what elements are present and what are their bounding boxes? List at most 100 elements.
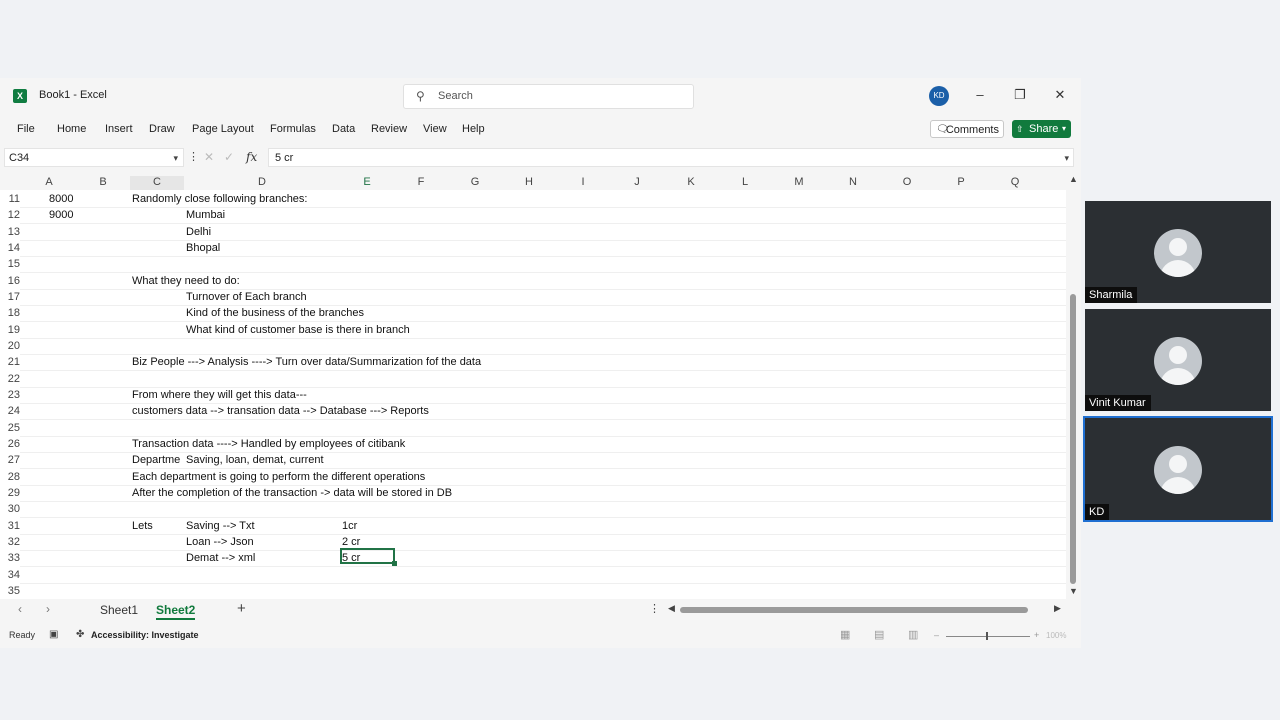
column-header-a[interactable]: A — [22, 176, 76, 190]
row-header[interactable]: 26 — [0, 438, 20, 450]
row-header[interactable]: 17 — [0, 291, 20, 303]
cell-d17[interactable]: Turnover of Each branch — [186, 291, 307, 303]
column-header-i[interactable]: I — [556, 176, 610, 190]
row-header[interactable]: 22 — [0, 373, 20, 385]
column-header-l[interactable]: L — [718, 176, 772, 190]
add-sheet-icon[interactable]: + — [237, 600, 246, 617]
column-header-p[interactable]: P — [934, 176, 988, 190]
cell-e31[interactable]: 1cr — [342, 520, 357, 532]
zoom-out-icon[interactable]: – — [934, 630, 939, 640]
vertical-scroll-thumb[interactable] — [1070, 294, 1076, 584]
menu-home[interactable]: Home — [57, 123, 86, 135]
cell-d31[interactable]: Saving --> Txt — [186, 520, 255, 532]
name-box[interactable]: C34 ▾ — [4, 148, 184, 167]
vertical-scrollbar[interactable]: ▲ ▼ — [1066, 174, 1081, 598]
cell-d19[interactable]: What kind of customer base is there in b… — [186, 324, 410, 336]
close-icon[interactable]: ✕ — [1050, 87, 1070, 103]
column-header-n[interactable]: N — [826, 176, 880, 190]
more-icon[interactable]: ⋮ — [188, 150, 199, 163]
column-header-d[interactable]: D — [184, 176, 340, 190]
user-avatar[interactable]: KD — [929, 86, 949, 106]
scroll-up-icon[interactable]: ▲ — [1069, 174, 1078, 184]
cell-c29[interactable]: After the completion of the transaction … — [132, 487, 452, 499]
cell-c16[interactable]: What they need to do: — [132, 275, 240, 287]
row-header[interactable]: 33 — [0, 552, 20, 564]
cell-d32[interactable]: Loan --> Json — [186, 536, 254, 548]
horizontal-scroll-thumb[interactable] — [680, 607, 1028, 613]
chevron-right-icon[interactable]: › — [46, 602, 50, 616]
row-header[interactable]: 23 — [0, 389, 20, 401]
zoom-in-icon[interactable]: + — [1034, 630, 1039, 640]
cell-c26[interactable]: Transaction data ----> Handled by employ… — [132, 438, 405, 450]
menu-draw[interactable]: Draw — [149, 123, 175, 135]
row-header[interactable]: 34 — [0, 569, 20, 581]
share-button[interactable]: ⇧ Share ▾ — [1012, 120, 1071, 138]
cell-a12[interactable]: 9000 — [49, 209, 73, 221]
tab-sheet2[interactable]: Sheet2 — [156, 603, 196, 620]
menu-page-layout[interactable]: Page Layout — [192, 123, 254, 135]
cell-c24[interactable]: customers data --> transation data --> D… — [132, 405, 429, 417]
column-header-o[interactable]: O — [880, 176, 934, 190]
row-header[interactable]: 20 — [0, 340, 20, 352]
column-header-f[interactable]: F — [394, 176, 448, 190]
menu-data[interactable]: Data — [332, 123, 355, 135]
zoom-level[interactable]: 100% — [1046, 631, 1066, 640]
column-header-m[interactable]: M — [772, 176, 826, 190]
scroll-right-icon[interactable]: ▶ — [1054, 603, 1061, 614]
cell-e32[interactable]: 2 cr — [342, 536, 360, 548]
cell-mode-icon[interactable]: ▣ — [49, 629, 58, 640]
menu-file[interactable]: File — [17, 123, 35, 135]
comments-button[interactable]: 🗨 Comments — [930, 120, 1004, 138]
cell-d27[interactable]: Saving, loan, demat, current — [186, 454, 324, 466]
cell-c23[interactable]: From where they will get this data--- — [132, 389, 307, 401]
page-layout-view-icon[interactable]: ▤ — [874, 628, 884, 641]
row-header[interactable]: 25 — [0, 422, 20, 434]
row-header[interactable]: 27 — [0, 454, 20, 466]
spreadsheet-grid[interactable]: 11 12 13 14 15 16 17 18 19 20 21 22 23 24 25 26 27 28 29 30… — [0, 190, 1066, 599]
chevron-left-icon[interactable]: ‹ — [18, 602, 22, 616]
column-header-c[interactable]: C — [130, 176, 184, 190]
row-header[interactable]: 18 — [0, 307, 20, 319]
row-header[interactable]: 31 — [0, 520, 20, 532]
scroll-left-icon[interactable]: ◀ — [668, 603, 675, 614]
menu-help[interactable]: Help — [462, 123, 485, 135]
cell-c27[interactable]: Departme — [132, 454, 180, 466]
cell-c21[interactable]: Biz People ---> Analysis ----> Turn over… — [132, 356, 481, 368]
row-header[interactable]: 13 — [0, 226, 20, 238]
cancel-icon[interactable]: ✕ — [204, 150, 214, 164]
cell-c31[interactable]: Lets — [132, 520, 153, 532]
restore-icon[interactable]: ❐ — [1010, 87, 1030, 103]
cell-d14[interactable]: Bhopal — [186, 242, 220, 254]
cell-d18[interactable]: Kind of the business of the branches — [186, 307, 364, 319]
cell-c11[interactable]: Randomly close following branches: — [132, 193, 307, 205]
cell-c28[interactable]: Each department is going to perform the … — [132, 471, 425, 483]
minimize-icon[interactable]: – — [970, 87, 990, 102]
menu-view[interactable]: View — [423, 123, 447, 135]
zoom-slider-knob[interactable] — [986, 632, 988, 640]
formula-input[interactable]: 5 cr ▾ — [268, 148, 1074, 167]
tab-sheet1[interactable]: Sheet1 — [100, 603, 138, 617]
search-box[interactable]: ⚲ Search — [403, 84, 694, 109]
participant-tile-sharmila[interactable]: Sharmila — [1085, 201, 1271, 303]
column-header-h[interactable]: H — [502, 176, 556, 190]
column-header-k[interactable]: K — [664, 176, 718, 190]
enter-icon[interactable]: ✓ — [224, 150, 234, 164]
participant-tile-kd[interactable]: KD — [1083, 416, 1273, 522]
cell-d13[interactable]: Delhi — [186, 226, 211, 238]
page-break-view-icon[interactable]: ▥ — [908, 628, 918, 641]
participant-tile-vinit-kumar[interactable]: Vinit Kumar — [1085, 309, 1271, 411]
row-header[interactable]: 11 — [0, 193, 20, 205]
row-header[interactable]: 28 — [0, 471, 20, 483]
row-header[interactable]: 35 — [0, 585, 20, 597]
column-header-j[interactable]: J — [610, 176, 664, 190]
row-header[interactable]: 24 — [0, 405, 20, 417]
cell-d12[interactable]: Mumbai — [186, 209, 225, 221]
column-header-g[interactable]: G — [448, 176, 502, 190]
row-header[interactable]: 16 — [0, 275, 20, 287]
insert-function-icon[interactable]: fx — [246, 150, 257, 164]
menu-insert[interactable]: Insert — [105, 123, 133, 135]
row-header[interactable]: 12 — [0, 209, 20, 221]
accessibility-status[interactable]: Accessibility: Investigate — [91, 630, 199, 640]
row-header[interactable]: 14 — [0, 242, 20, 254]
row-header[interactable]: 29 — [0, 487, 20, 499]
